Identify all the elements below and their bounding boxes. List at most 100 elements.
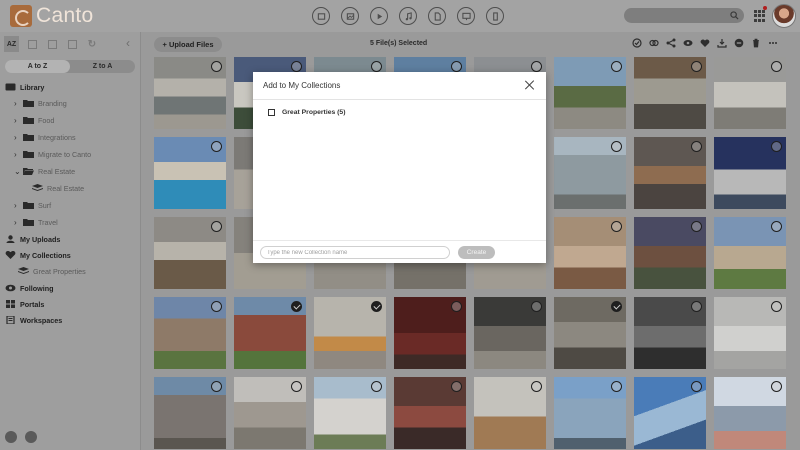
chevron-right-icon[interactable]: › [14, 150, 23, 159]
asset-thumbnail[interactable] [154, 217, 226, 289]
asset-thumbnail[interactable] [554, 217, 626, 289]
download-icon[interactable] [717, 38, 727, 48]
asset-thumbnail[interactable] [714, 57, 786, 129]
image-icon[interactable] [341, 7, 359, 25]
tree-album-real-estate[interactable]: Real Estate [32, 181, 84, 195]
tree-library[interactable]: Library [5, 80, 44, 94]
apps-grid-icon[interactable] [754, 10, 766, 22]
chevron-right-icon[interactable]: › [14, 218, 23, 227]
select-circle-icon[interactable] [291, 61, 302, 72]
collapse-sidebar-icon[interactable]: ‹ [126, 36, 130, 50]
asset-thumbnail[interactable] [394, 377, 466, 449]
close-icon[interactable] [524, 79, 536, 91]
select-circle-icon[interactable] [211, 61, 222, 72]
album-tool-icon[interactable] [45, 37, 59, 51]
asset-thumbnail[interactable] [714, 297, 786, 369]
asset-thumbnail[interactable] [634, 217, 706, 289]
more-icon[interactable] [768, 38, 778, 48]
album-icon[interactable] [312, 7, 330, 25]
audio-icon[interactable] [399, 7, 417, 25]
chat-icon[interactable] [25, 431, 37, 443]
select-circle-icon[interactable] [771, 301, 782, 312]
select-circle-icon[interactable] [211, 381, 222, 392]
sort-a-to-z-button[interactable]: A to Z [5, 60, 70, 73]
select-circle-icon[interactable] [371, 381, 382, 392]
asset-thumbnail[interactable] [714, 137, 786, 209]
preview-icon[interactable] [683, 38, 693, 48]
asset-thumbnail[interactable] [474, 377, 546, 449]
tree-following[interactable]: Following [5, 281, 54, 295]
tree-folder-migrate[interactable]: › Migrate to Canto [14, 147, 91, 161]
canto-logo[interactable]: Canto [10, 5, 94, 27]
select-circle-icon[interactable] [691, 141, 702, 152]
new-collection-name-input[interactable] [260, 246, 450, 259]
tree-collection-great-properties[interactable]: Great Properties [18, 264, 86, 278]
chevron-right-icon[interactable]: › [14, 116, 23, 125]
select-circle-icon[interactable] [691, 61, 702, 72]
tree-folder-branding[interactable]: › Branding [14, 96, 67, 110]
tree-portals[interactable]: Portals [5, 297, 44, 311]
create-button[interactable]: Create [458, 246, 495, 259]
chevron-down-icon[interactable]: ⌄ [14, 167, 23, 176]
select-circle-icon[interactable] [531, 381, 542, 392]
collection-checkbox[interactable] [268, 109, 275, 116]
chevron-right-icon[interactable]: › [14, 133, 23, 142]
chevron-right-icon[interactable]: › [14, 99, 23, 108]
select-circle-icon[interactable] [771, 141, 782, 152]
asset-thumbnail[interactable] [634, 297, 706, 369]
asset-thumbnail[interactable] [554, 137, 626, 209]
select-circle-icon[interactable] [211, 301, 222, 312]
select-circle-icon[interactable] [291, 381, 302, 392]
asset-thumbnail[interactable] [154, 57, 226, 129]
select-circle-icon[interactable] [531, 61, 542, 72]
asset-thumbnail[interactable] [394, 297, 466, 369]
asset-thumbnail[interactable] [714, 217, 786, 289]
select-circle-icon[interactable] [531, 301, 542, 312]
asset-thumbnail[interactable] [634, 377, 706, 449]
asset-thumbnail[interactable] [154, 377, 226, 449]
asset-thumbnail[interactable] [154, 297, 226, 369]
select-circle-icon[interactable] [451, 301, 462, 312]
asset-thumbnail[interactable] [554, 297, 626, 369]
folder-tool-icon[interactable] [25, 37, 39, 51]
asset-thumbnail[interactable] [314, 297, 386, 369]
document-icon[interactable] [428, 7, 446, 25]
select-circle-icon[interactable] [691, 221, 702, 232]
other-files-icon[interactable] [486, 7, 504, 25]
collection-option[interactable]: Great Properties (5) [268, 109, 345, 116]
asset-thumbnail[interactable] [234, 297, 306, 369]
favorite-icon[interactable] [700, 38, 710, 48]
settings-tool-icon[interactable] [65, 37, 79, 51]
select-all-icon[interactable] [632, 38, 642, 48]
asset-thumbnail[interactable] [234, 377, 306, 449]
select-circle-icon[interactable] [211, 221, 222, 232]
sort-az-button[interactable]: AZ [4, 36, 19, 52]
chevron-right-icon[interactable]: › [14, 201, 23, 210]
select-circle-icon[interactable] [771, 381, 782, 392]
asset-thumbnail[interactable] [554, 377, 626, 449]
select-circle-icon[interactable] [691, 381, 702, 392]
select-circle-icon[interactable] [771, 61, 782, 72]
video-icon[interactable] [370, 7, 388, 25]
asset-thumbnail[interactable] [714, 377, 786, 449]
tree-folder-surf[interactable]: › Surf [14, 198, 51, 212]
asset-thumbnail[interactable] [634, 57, 706, 129]
select-circle-icon[interactable] [771, 221, 782, 232]
asset-thumbnail[interactable] [154, 137, 226, 209]
global-search-input[interactable] [624, 8, 744, 23]
refresh-icon[interactable]: ↻ [85, 37, 99, 51]
tree-folder-integrations[interactable]: › Integrations [14, 130, 76, 144]
select-circle-icon[interactable] [691, 301, 702, 312]
sort-z-to-a-button[interactable]: Z to A [70, 60, 135, 73]
selected-check-icon[interactable] [291, 301, 302, 312]
asset-thumbnail[interactable] [554, 57, 626, 129]
select-circle-icon[interactable] [371, 61, 382, 72]
select-circle-icon[interactable] [611, 141, 622, 152]
selected-check-icon[interactable] [611, 301, 622, 312]
delete-icon[interactable] [751, 38, 761, 48]
tree-folder-real-estate[interactable]: ⌄ Real Estate [14, 164, 75, 178]
select-circle-icon[interactable] [451, 381, 462, 392]
select-circle-icon[interactable] [211, 141, 222, 152]
presentation-icon[interactable] [457, 7, 475, 25]
asset-thumbnail[interactable] [634, 137, 706, 209]
